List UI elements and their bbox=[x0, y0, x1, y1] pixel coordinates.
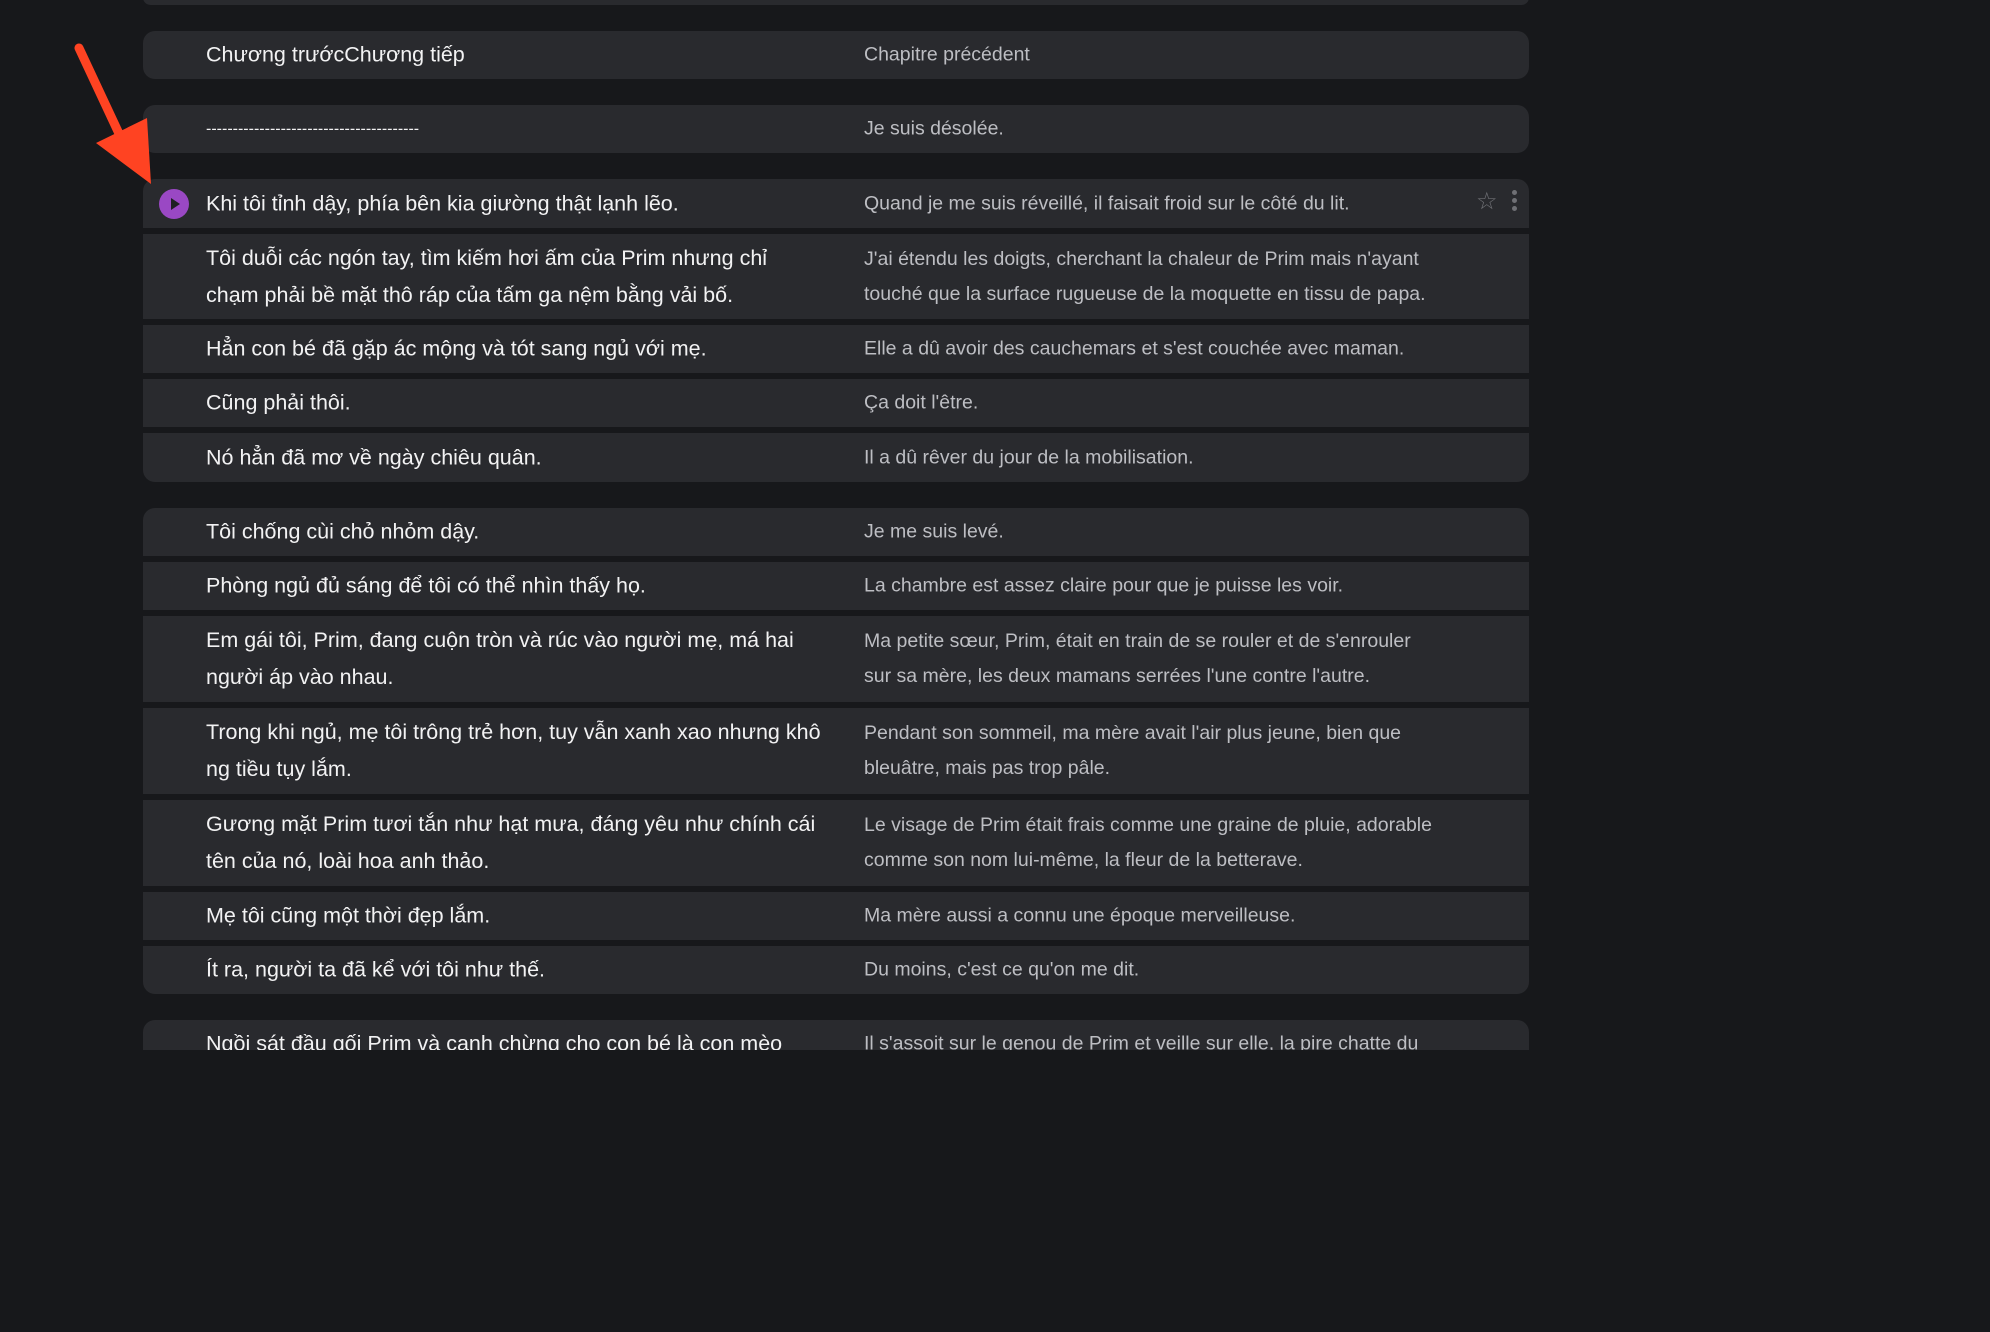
bilingual-reader: Chương trướcChương tiếp Chapitre précéde… bbox=[0, 0, 1568, 1050]
annotation-arrow bbox=[74, 43, 151, 184]
